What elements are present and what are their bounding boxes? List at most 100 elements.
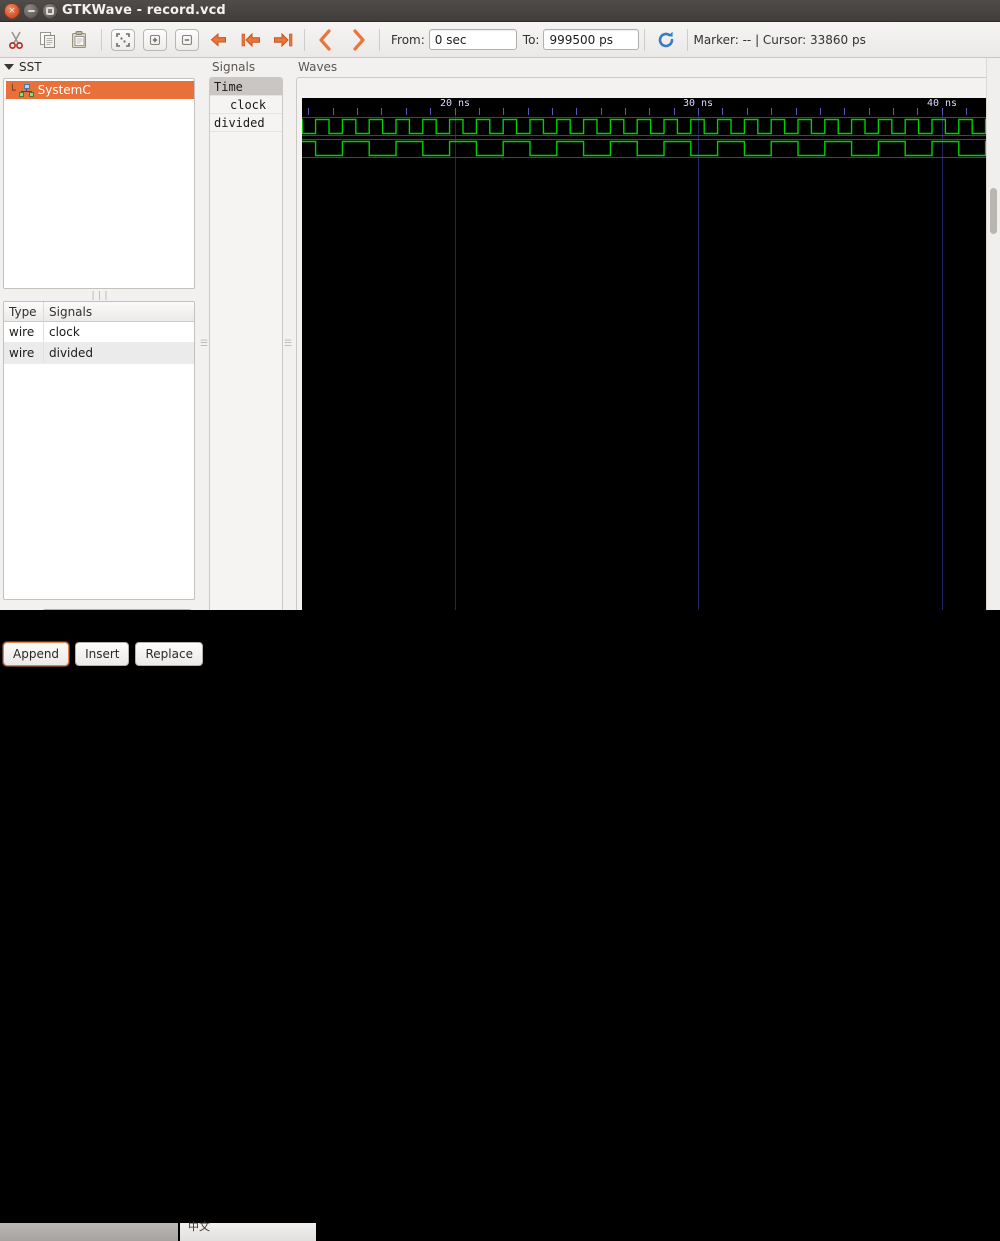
column-header-signals[interactable]: Signals xyxy=(44,302,194,321)
ruler-minor-tick xyxy=(430,108,431,115)
waveform-gridline xyxy=(942,115,943,626)
toolbar: From: 0 sec To: 999500 ps Marker: -- | C… xyxy=(0,22,1000,58)
copy-icon[interactable] xyxy=(32,25,64,55)
trace-divided xyxy=(302,140,989,157)
splitter-grip-icon: ||| xyxy=(90,291,110,301)
prev-edge-icon[interactable] xyxy=(310,25,342,55)
desktop-taskbar: 中文 xyxy=(0,610,1000,1241)
ruler-minor-tick xyxy=(966,108,967,115)
next-edge-icon[interactable] xyxy=(342,25,374,55)
taskbar-window-2[interactable]: 中文 xyxy=(180,1220,316,1241)
zoom-in-icon[interactable] xyxy=(139,25,171,55)
ruler-minor-tick xyxy=(747,108,748,115)
cut-icon[interactable] xyxy=(0,25,32,55)
from-input[interactable]: 0 sec xyxy=(428,29,517,50)
chevron-down-icon[interactable] xyxy=(4,64,14,70)
ruler-minor-tick xyxy=(601,108,602,115)
ruler-minor-tick xyxy=(479,108,480,115)
waveform-gridline xyxy=(455,115,456,626)
window-title: GTKWave - record.vcd xyxy=(62,3,226,18)
ruler-minor-tick xyxy=(674,108,675,115)
waves-pane-title: Waves xyxy=(298,60,338,74)
cell-type: wire xyxy=(4,343,44,363)
ruler-minor-tick xyxy=(869,108,870,115)
trace-clock xyxy=(302,118,989,135)
splitter-grip-icon: ☰ xyxy=(283,338,293,349)
insert-button[interactable]: Insert xyxy=(75,642,130,666)
signal-list-item-clock[interactable]: clock xyxy=(210,96,282,114)
go-start-icon[interactable] xyxy=(235,25,267,55)
cell-type: wire xyxy=(4,322,44,342)
append-button[interactable]: Append xyxy=(3,642,70,666)
to-label: To: xyxy=(522,32,540,47)
ruler-minor-tick xyxy=(381,108,382,115)
ruler-minor-tick xyxy=(528,108,529,115)
module-icon xyxy=(18,83,35,97)
ruler-tick-label: 20 ns xyxy=(439,98,471,109)
ruler-minor-tick xyxy=(893,108,894,115)
ruler-minor-tick xyxy=(820,108,821,115)
vertical-scrollbar-thumb[interactable] xyxy=(990,188,997,234)
sst-tree[interactable]: └ SystemC xyxy=(3,78,195,289)
ruler-minor-tick xyxy=(406,108,407,115)
action-buttons: Append Insert Replace xyxy=(3,642,203,668)
cell-signal: divided xyxy=(49,346,94,360)
to-input[interactable]: 999500 ps xyxy=(543,29,640,50)
ruler-minor-tick xyxy=(796,108,797,115)
tree-elbow-icon: └ xyxy=(9,83,16,97)
go-end-icon[interactable] xyxy=(267,25,299,55)
paste-icon[interactable] xyxy=(64,25,96,55)
ruler-minor-tick xyxy=(455,108,456,115)
sst-title: SST xyxy=(19,60,42,74)
table-row[interactable]: wire clock xyxy=(4,322,194,343)
zoom-fit-icon[interactable] xyxy=(107,25,139,55)
zoom-out-icon[interactable] xyxy=(171,25,203,55)
ruler-minor-tick xyxy=(649,108,650,115)
main-body: SST └ SystemC ||| Type Signals wire cloc… xyxy=(0,58,1000,666)
ruler-minor-tick xyxy=(917,108,918,115)
ruler-minor-tick xyxy=(698,108,699,115)
sst-header[interactable]: SST xyxy=(4,60,42,74)
time-ruler[interactable]: 20 ns 30 ns 40 ns xyxy=(302,98,989,115)
replace-button[interactable]: Replace xyxy=(135,642,203,666)
zoom-undo-icon[interactable] xyxy=(203,25,235,55)
ruler-tick-label: 30 ns xyxy=(682,98,714,109)
signal-type-table[interactable]: Type Signals wire clock wire divided xyxy=(3,301,195,600)
waveform-row-divided[interactable] xyxy=(302,139,989,159)
ruler-minor-tick xyxy=(844,108,845,115)
title-bar: × GTKWave - record.vcd xyxy=(0,0,1000,22)
close-button[interactable]: × xyxy=(4,3,20,19)
waveform-canvas[interactable]: 20 ns 30 ns 40 ns xyxy=(302,98,989,626)
maximize-button[interactable] xyxy=(42,3,58,19)
reload-icon[interactable] xyxy=(650,25,682,55)
ruler-minor-tick xyxy=(357,108,358,115)
ruler-minor-tick xyxy=(942,108,943,115)
vertical-scrollbar[interactable] xyxy=(986,58,1000,610)
signals-pane: Signals Time clock divided xyxy=(208,58,284,631)
signal-list-item-divided[interactable]: divided xyxy=(210,114,282,132)
sst-tree-item-systemc[interactable]: └ SystemC xyxy=(6,81,194,99)
vertical-splitter-right[interactable]: ☰ xyxy=(284,58,292,631)
toolbar-separator-2 xyxy=(304,28,305,51)
horizontal-splitter[interactable]: ||| xyxy=(0,291,200,301)
taskbar-window-1[interactable] xyxy=(0,1223,178,1241)
ruler-minor-tick xyxy=(625,108,626,115)
cell-signal: clock xyxy=(49,325,80,339)
waveform-row-clock[interactable] xyxy=(302,117,989,137)
signal-list-item-time[interactable]: Time xyxy=(210,78,282,96)
ruler-minor-tick xyxy=(503,108,504,115)
minimize-button[interactable] xyxy=(23,3,39,19)
toolbar-separator-4 xyxy=(644,28,646,51)
sst-tree-item-label: SystemC xyxy=(37,83,91,97)
signals-list[interactable]: Time clock divided xyxy=(209,77,283,627)
marker-cursor-status: Marker: -- | Cursor: 33860 ps xyxy=(693,32,866,47)
ruler-minor-tick xyxy=(576,108,577,115)
ruler-minor-tick xyxy=(308,108,309,115)
table-row[interactable]: wire divided xyxy=(4,343,194,364)
toolbar-separator-3 xyxy=(379,28,380,51)
toolbar-separator-5 xyxy=(687,28,689,51)
column-header-type[interactable]: Type xyxy=(4,302,44,321)
vertical-splitter-left[interactable]: ☰ xyxy=(200,58,208,631)
ruler-tick-label: 40 ns xyxy=(926,98,958,109)
waves-frame: 20 ns 30 ns 40 ns xyxy=(296,77,990,630)
